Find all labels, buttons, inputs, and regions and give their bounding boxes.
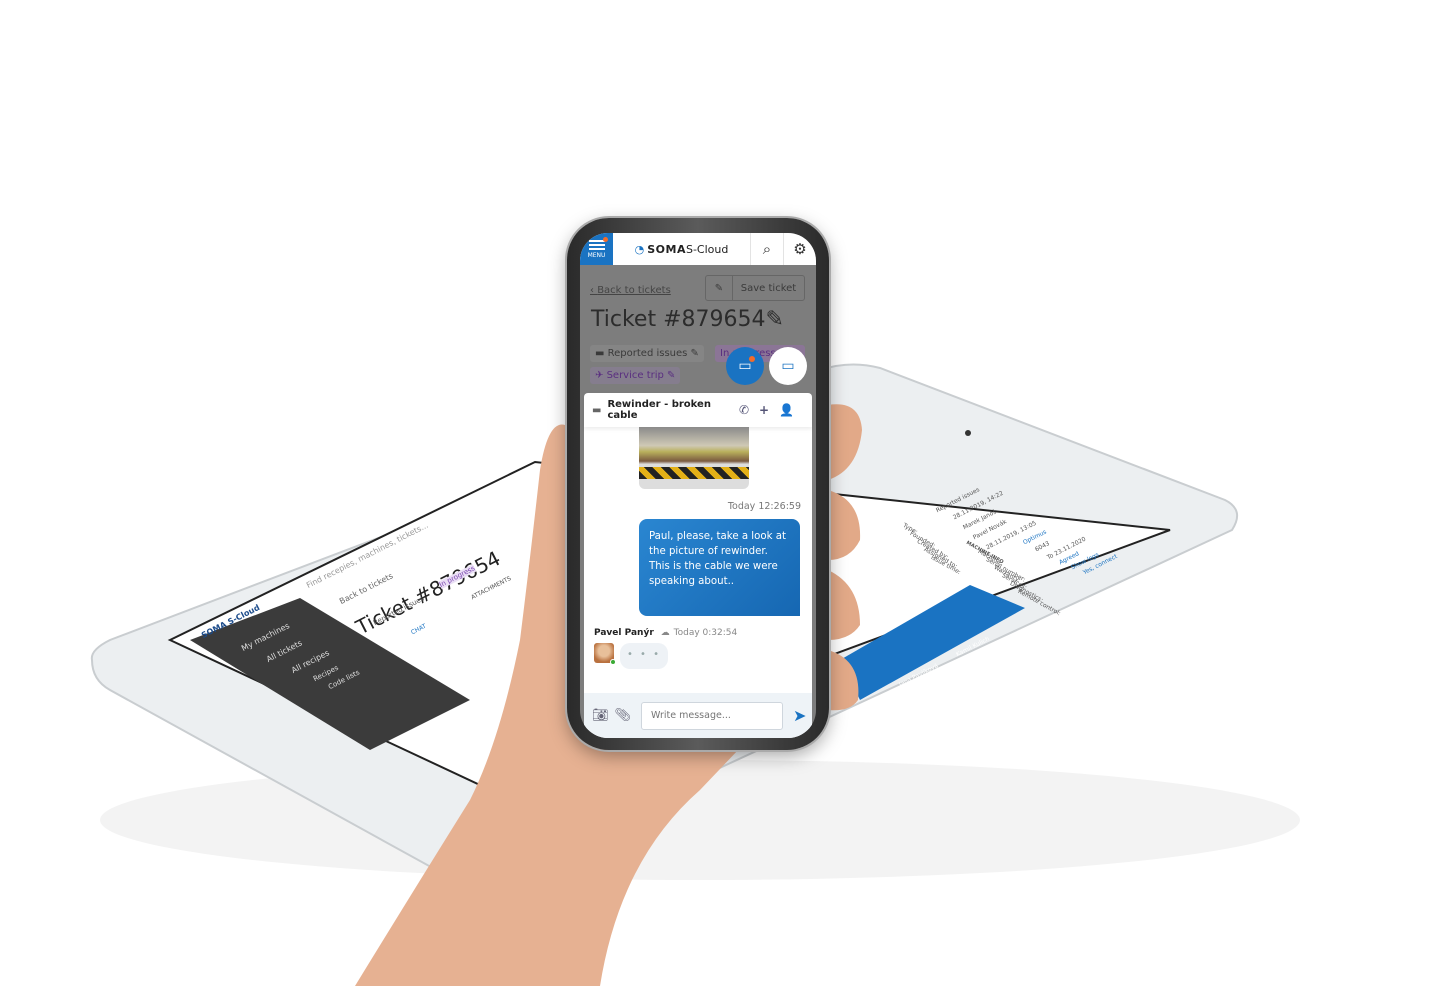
add-user-icon[interactable]: +👤 bbox=[759, 403, 804, 417]
camera-icon[interactable]: 📷︎ bbox=[592, 708, 609, 723]
search-icon: ⌕ bbox=[762, 240, 772, 258]
logo-rest: S-Cloud bbox=[685, 242, 729, 256]
message-input[interactable] bbox=[641, 701, 784, 730]
save-ticket-button[interactable]: Save ticket bbox=[733, 283, 804, 294]
notification-dot bbox=[749, 356, 755, 362]
cloud-icon: ☁ bbox=[660, 628, 670, 638]
phone-icon[interactable]: ✆ bbox=[739, 403, 759, 417]
edit-icon[interactable]: ✎ bbox=[766, 307, 784, 332]
chat-header: ▬ Rewinder - broken cable ✆+👤 bbox=[584, 393, 812, 427]
typing-indicator: • • • bbox=[620, 643, 668, 669]
phone: MENU ◔ SOMA S-Cloud ⌕ ⚙ ‹ Back to ticket… bbox=[567, 218, 829, 750]
cloud-chat-icon: ▭ bbox=[781, 358, 795, 374]
app-header: MENU ◔ SOMA S-Cloud ⌕ ⚙ bbox=[580, 233, 816, 265]
back-to-tickets-link[interactable]: ‹ Back to tickets bbox=[590, 285, 671, 296]
menu-button[interactable]: MENU bbox=[580, 233, 613, 265]
rewinder-photo[interactable] bbox=[639, 427, 749, 489]
message-timestamp: Today 12:26:59 bbox=[727, 501, 801, 512]
ticket-title: Ticket #879654✎ bbox=[591, 307, 784, 332]
notification-dot bbox=[603, 237, 608, 242]
machine-icon: ▬ bbox=[592, 404, 602, 416]
app-logo: ◔ SOMA S-Cloud bbox=[613, 233, 750, 265]
logo-bold: SOMA bbox=[647, 242, 686, 256]
sender-line: Pavel Panýr ☁ Today 0:32:54 bbox=[594, 628, 737, 638]
message-composer: 📷︎ 📎︎ ➤ bbox=[584, 693, 812, 738]
chat-panel: ▬ Rewinder - broken cable ✆+👤 Today 12:2… bbox=[584, 393, 812, 738]
edit-button[interactable]: ✎ bbox=[706, 276, 733, 300]
phone-screen: MENU ◔ SOMA S-Cloud ⌕ ⚙ ‹ Back to ticket… bbox=[580, 233, 816, 738]
sender-name: Pavel Panýr bbox=[594, 628, 654, 638]
send-icon[interactable]: ➤ bbox=[793, 706, 806, 725]
menu-label: MENU bbox=[587, 251, 606, 259]
chat-title: Rewinder - broken cable bbox=[607, 399, 711, 421]
sender-timestamp: Today 0:32:54 bbox=[673, 628, 738, 638]
service-trip-chip[interactable]: ✈ Service trip ✎ bbox=[590, 367, 681, 384]
save-toolbar: ✎ Save ticket bbox=[705, 275, 805, 301]
chat-fab[interactable]: ▭ bbox=[726, 347, 764, 385]
logo-icon: ◔ bbox=[634, 242, 645, 256]
online-indicator bbox=[610, 659, 616, 665]
settings-button[interactable]: ⚙ bbox=[783, 233, 816, 265]
gear-icon: ⚙ bbox=[793, 240, 807, 258]
avatar bbox=[594, 643, 616, 665]
paperclip-icon[interactable]: 📎︎ bbox=[615, 708, 632, 723]
remote-chat-fab[interactable]: ▭ bbox=[769, 347, 807, 385]
message-bubble: Paul, please, take a look at the picture… bbox=[639, 519, 800, 616]
hamburger-icon bbox=[588, 239, 605, 250]
type-chip[interactable]: ▬ Reported issues ✎ bbox=[590, 345, 704, 362]
search-button[interactable]: ⌕ bbox=[750, 233, 783, 265]
